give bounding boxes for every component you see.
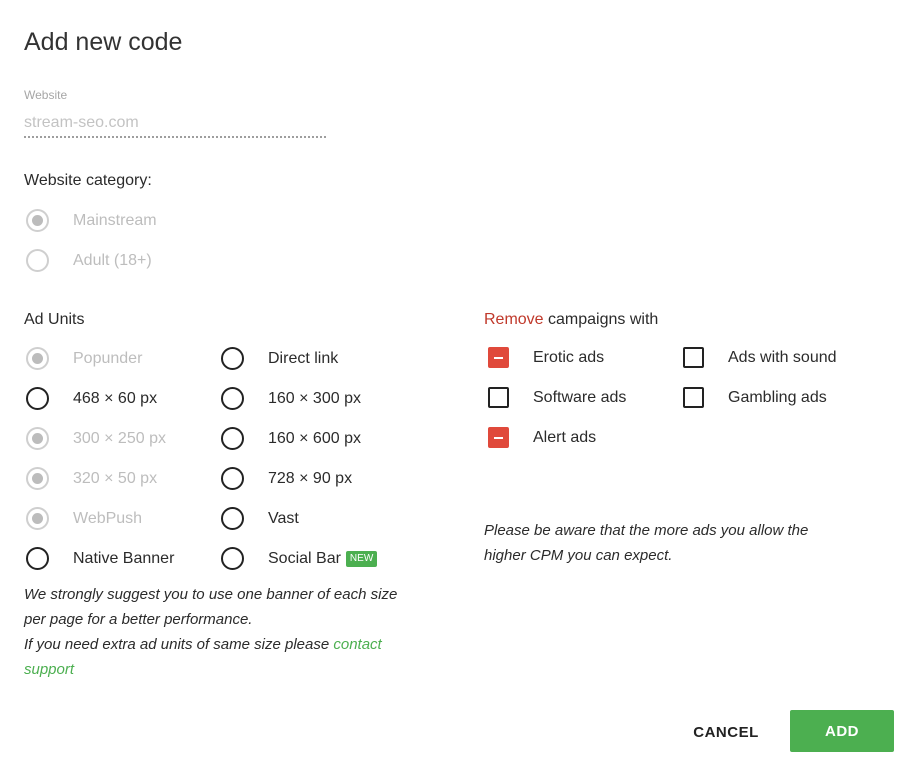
ad-unit-300x250: 300 × 250 px	[26, 427, 166, 450]
ad-unit-label: Social Bar	[268, 549, 341, 567]
website-input[interactable]	[24, 110, 326, 138]
suggestion-line: We strongly suggest you to use one banne…	[24, 586, 398, 603]
ad-unit-label: 728 × 90 px	[268, 469, 353, 487]
radio-icon	[221, 387, 244, 410]
ad-unit-label: WebPush	[73, 509, 143, 527]
ad-unit-direct-link[interactable]: Direct link	[221, 347, 338, 370]
website-category-heading: Website category:	[24, 172, 152, 189]
radio-icon	[26, 249, 49, 272]
remove-option-label: Gambling ads	[728, 388, 827, 406]
checkbox-icon	[488, 347, 509, 368]
ad-unit-label: 468 × 60 px	[73, 389, 158, 407]
category-option-label: Adult (18+)	[73, 251, 152, 269]
radio-icon	[26, 547, 49, 570]
ad-unit-468x60[interactable]: 468 × 60 px	[26, 387, 157, 410]
ad-unit-native-banner[interactable]: Native Banner	[26, 547, 174, 570]
suggestion-line: per page for a better performance.	[24, 611, 253, 628]
radio-icon	[26, 467, 49, 490]
ad-unit-webpush: WebPush	[26, 507, 142, 530]
checkbox-icon	[683, 347, 704, 368]
ad-unit-label: Popunder	[73, 349, 143, 367]
remove-ads-with-sound[interactable]: Ads with sound	[683, 347, 837, 368]
ad-unit-label: 320 × 50 px	[73, 469, 158, 487]
dialog-title: Add new code	[24, 28, 183, 56]
ad-unit-label: 300 × 250 px	[73, 429, 166, 447]
remove-heading-rest: campaigns with	[548, 311, 659, 328]
remove-erotic-ads[interactable]: Erotic ads	[488, 347, 604, 368]
ad-unit-320x50: 320 × 50 px	[26, 467, 157, 490]
ad-unit-label: 160 × 300 px	[268, 389, 361, 407]
ad-unit-728x90[interactable]: 728 × 90 px	[221, 467, 352, 490]
remove-software-ads[interactable]: Software ads	[488, 387, 626, 408]
suggestion-line: If you need extra ad units of same size …	[24, 632, 444, 657]
remove-alert-ads[interactable]: Alert ads	[488, 427, 596, 448]
radio-icon	[26, 387, 49, 410]
radio-icon	[221, 547, 244, 570]
cpm-note-line: higher CPM you can expect.	[484, 547, 673, 564]
category-option-label: Mainstream	[73, 211, 157, 229]
ad-unit-160x600[interactable]: 160 × 600 px	[221, 427, 361, 450]
ad-unit-label: Direct link	[268, 349, 339, 367]
ad-units-heading: Ad Units	[24, 311, 85, 328]
category-option-adult: Adult (18+)	[26, 249, 152, 272]
checkbox-icon	[488, 427, 509, 448]
ad-unit-label: Native Banner	[73, 549, 175, 567]
radio-icon	[221, 467, 244, 490]
remove-option-label: Erotic ads	[533, 348, 605, 366]
contact-support-link-part1[interactable]: contact	[333, 636, 381, 653]
remove-option-label: Ads with sound	[728, 348, 837, 366]
website-label: Website	[24, 88, 68, 102]
category-option-mainstream: Mainstream	[26, 209, 157, 232]
radio-icon	[221, 507, 244, 530]
radio-icon	[221, 347, 244, 370]
radio-icon	[221, 427, 244, 450]
ad-unit-label: Vast	[268, 509, 299, 527]
ad-unit-vast[interactable]: Vast	[221, 507, 299, 530]
suggestion-line-text: If you need extra ad units of same size …	[24, 636, 330, 653]
ad-unit-label: 160 × 600 px	[268, 429, 361, 447]
contact-support-link-part2[interactable]: support	[24, 661, 74, 678]
checkbox-icon	[488, 387, 509, 408]
radio-icon	[26, 507, 49, 530]
suggestion-line: support	[24, 657, 444, 682]
radio-icon	[26, 209, 49, 232]
radio-icon	[26, 427, 49, 450]
cpm-note-line: Please be aware that the more ads you al…	[484, 522, 809, 539]
remove-option-label: Alert ads	[533, 428, 597, 446]
new-badge: NEW	[345, 550, 378, 567]
cancel-button[interactable]: CANCEL	[680, 710, 772, 754]
remove-word: Remove	[484, 311, 544, 328]
remove-campaigns-heading: Remove campaigns with	[484, 311, 658, 329]
checkbox-icon	[683, 387, 704, 408]
remove-option-label: Software ads	[533, 388, 627, 406]
ad-unit-social-bar[interactable]: Social Bar NEW	[221, 547, 378, 570]
cpm-note: Please be aware that the more ads you al…	[484, 518, 884, 568]
add-button[interactable]: ADD	[790, 710, 894, 752]
ad-unit-160x300[interactable]: 160 × 300 px	[221, 387, 361, 410]
remove-gambling-ads[interactable]: Gambling ads	[683, 387, 827, 408]
ad-units-suggestion: We strongly suggest you to use one banne…	[24, 582, 444, 682]
radio-icon	[26, 347, 49, 370]
ad-unit-popunder: Popunder	[26, 347, 142, 370]
